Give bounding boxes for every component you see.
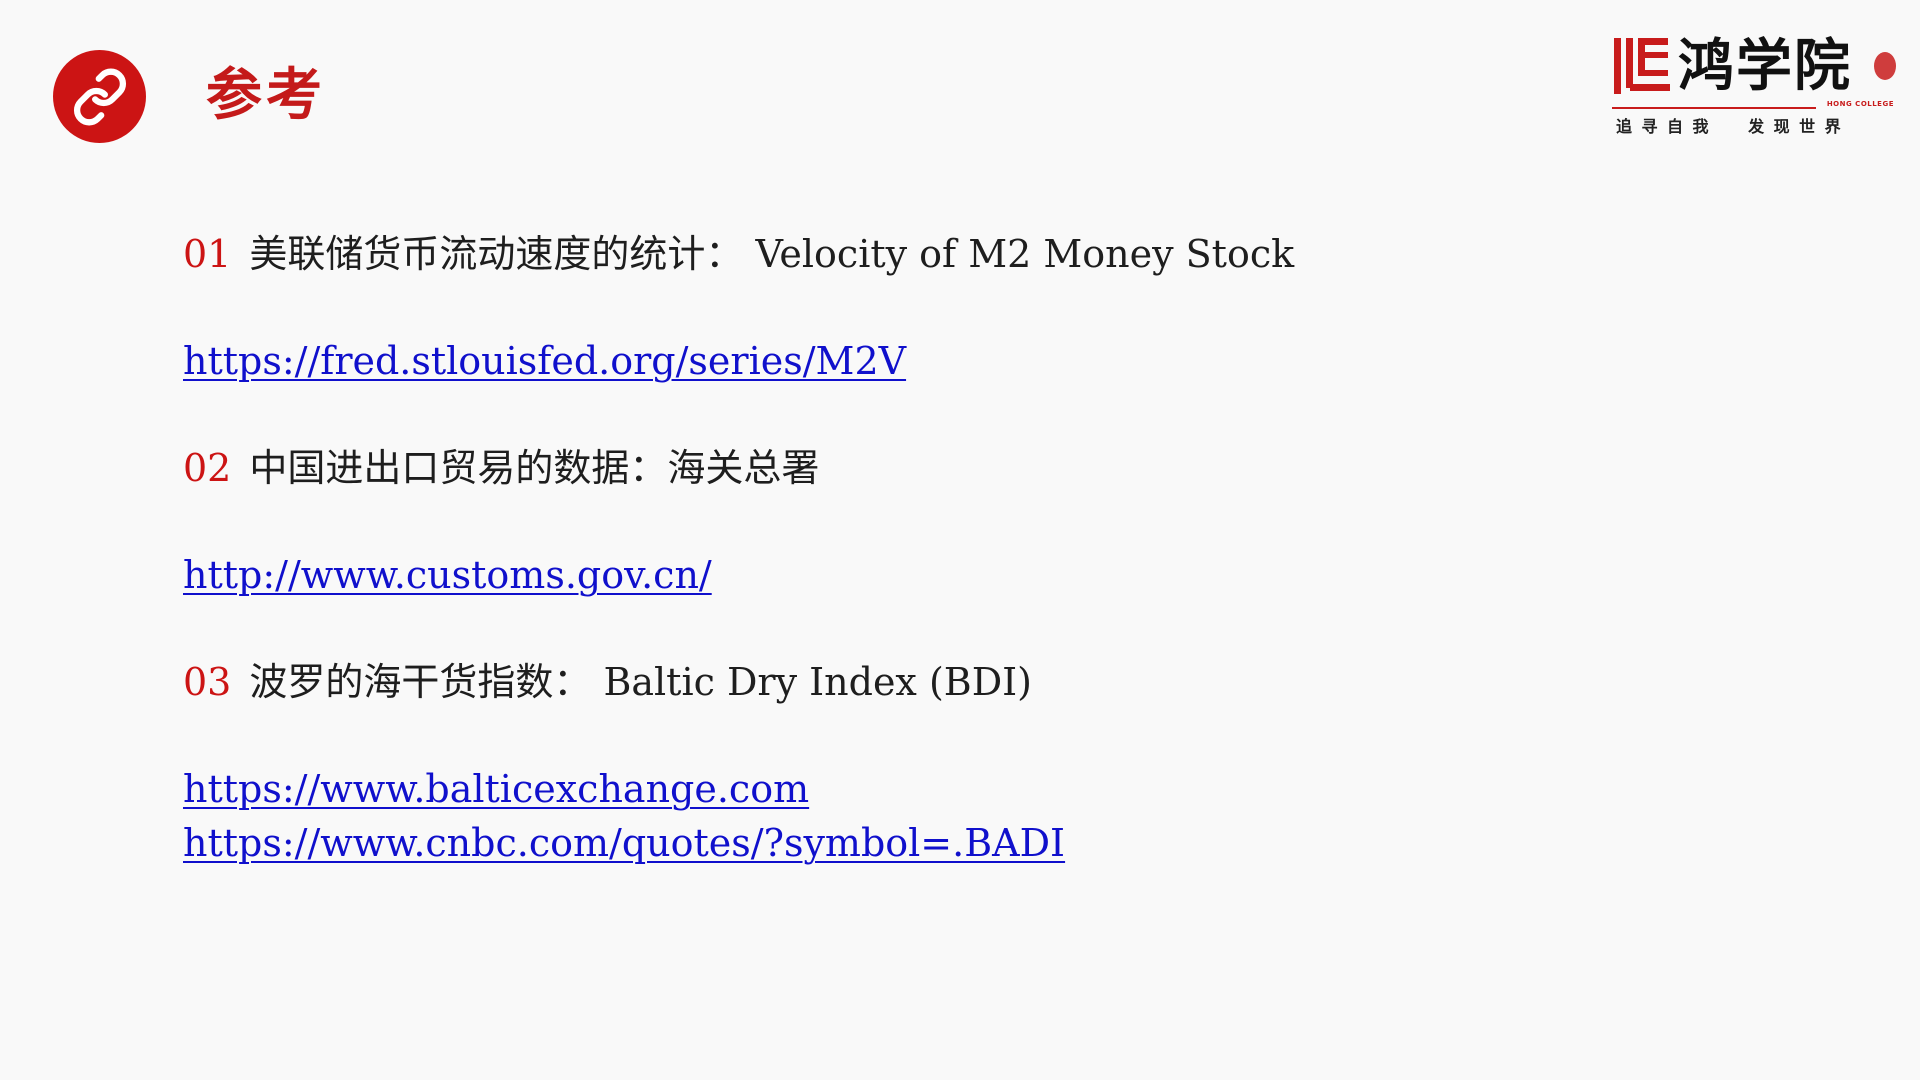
link-icon bbox=[53, 50, 146, 143]
logo-english: HONG COLLEGE bbox=[1826, 100, 1894, 108]
reference-item-02: 02 中国进出口贸易的数据：海关总署 bbox=[183, 442, 1294, 494]
reference-description: 中国进出口贸易的数据：海关总署 bbox=[249, 446, 820, 490]
logo-seal-icon bbox=[1614, 38, 1670, 94]
reference-description: 波罗的海干货指数： Baltic Dry Index (BDI) bbox=[249, 660, 1032, 704]
logo-name: 鸿学院 bbox=[1678, 33, 1852, 99]
reference-number: 02 bbox=[183, 446, 232, 490]
logo-stamp bbox=[1874, 52, 1896, 80]
reference-item-01: 01 美联储货币流动速度的统计： Velocity of M2 Money Sto… bbox=[183, 228, 1294, 280]
reference-link-fred[interactable]: https://fred.stlouisfed.org/series/M2V bbox=[183, 335, 1294, 387]
reference-number: 01 bbox=[183, 232, 232, 276]
college-logo: 鸿学院 HONG COLLEGE 追寻自我 发现世界 bbox=[1612, 30, 1896, 136]
reference-list: 01 美联储货币流动速度的统计： Velocity of M2 Money Sto… bbox=[183, 228, 1294, 869]
logo-slogan: 追寻自我 发现世界 bbox=[1616, 117, 1851, 136]
reference-link-customs[interactable]: http://www.customs.gov.cn/ bbox=[183, 549, 1294, 601]
page-title: 参考 bbox=[206, 63, 326, 128]
reference-item-03: 03 波罗的海干货指数： Baltic Dry Index (BDI) bbox=[183, 656, 1294, 708]
reference-link-cnbc[interactable]: https://www.cnbc.com/quotes/?symbol=.BAD… bbox=[183, 817, 1294, 869]
reference-number: 03 bbox=[183, 660, 232, 704]
logo-divider bbox=[1612, 107, 1816, 109]
reference-link-baltic-exchange[interactable]: https://www.balticexchange.com bbox=[183, 763, 1294, 815]
reference-description: 美联储货币流动速度的统计： Velocity of M2 Money Stock bbox=[249, 232, 1295, 276]
